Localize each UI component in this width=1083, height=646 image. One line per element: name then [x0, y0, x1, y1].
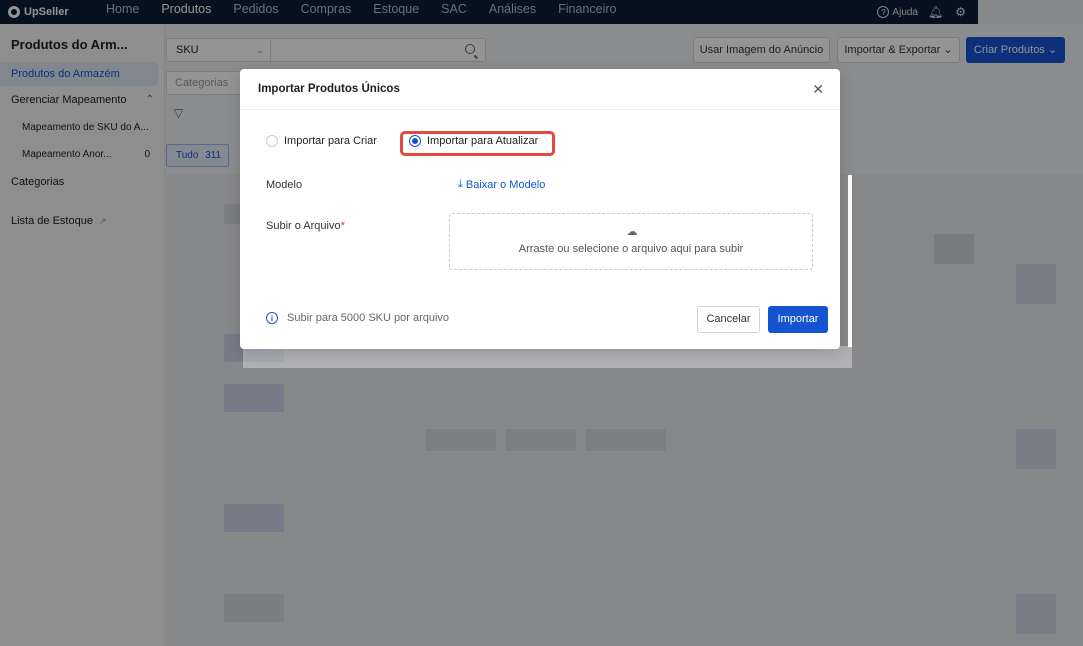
- radio-import-create[interactable]: Importar para Criar: [266, 135, 377, 147]
- dialog-header: Importar Produtos Únicos ✕: [240, 69, 840, 110]
- upload-cloud-icon: ☁: [626, 226, 638, 238]
- file-upload-label-text: Subir o Arquivo: [266, 220, 341, 232]
- cancel-button[interactable]: Cancelar: [697, 306, 760, 333]
- radio-button[interactable]: [266, 135, 278, 147]
- import-button[interactable]: Importar: [768, 306, 828, 333]
- file-upload-label: Subir o Arquivo*: [266, 220, 345, 232]
- info-text: Subir para 5000 SKU por arquivo: [287, 312, 450, 324]
- required-mark: *: [340, 220, 345, 232]
- radio-import-update[interactable]: Importar para Atualizar: [409, 135, 538, 147]
- radio-button[interactable]: [409, 135, 421, 147]
- template-label: Modelo: [266, 179, 303, 191]
- modal-backdrop-strip: [243, 346, 852, 368]
- file-drop-zone[interactable]: ☁ Arraste ou selecione o arquivo aqui pa…: [449, 213, 813, 270]
- close-icon[interactable]: ✕: [812, 82, 824, 96]
- info-note: i Subir para 5000 SKU por arquivo: [266, 312, 449, 324]
- info-icon: i: [266, 312, 278, 324]
- download-template-label: Baixar o Modelo: [465, 178, 546, 191]
- dialog-title: Importar Produtos Únicos: [258, 83, 400, 95]
- radio-label: Importar para Atualizar: [427, 135, 539, 147]
- modal-side-strip: [848, 175, 852, 347]
- radio-label: Importar para Criar: [284, 135, 377, 147]
- download-template-link[interactable]: ⤓ Baixar o Modelo: [458, 178, 545, 191]
- download-icon: ⤓: [458, 178, 463, 190]
- upload-hint: Arraste ou selecione o arquivo aqui para…: [518, 243, 744, 255]
- import-dialog: Importar Produtos Únicos ✕ Importar para…: [240, 69, 840, 349]
